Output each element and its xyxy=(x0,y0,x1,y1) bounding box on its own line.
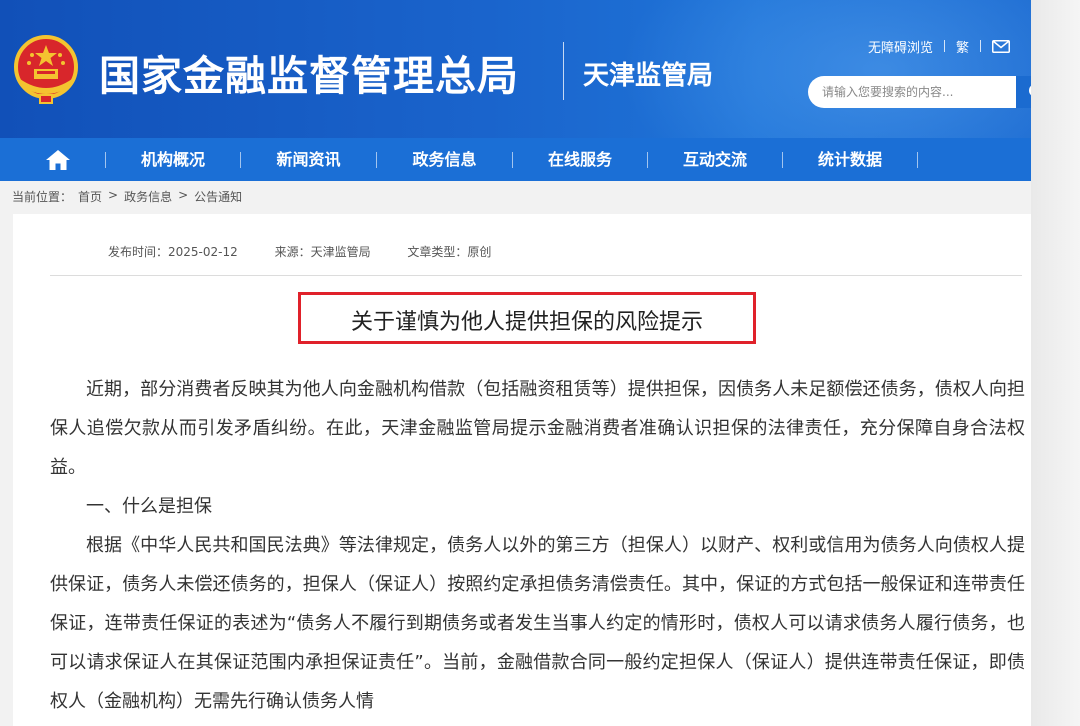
article-title: 关于谨慎为他人提供担保的风险提示 xyxy=(350,310,703,335)
header-divider xyxy=(563,42,564,100)
article-body: 近期，部分消费者反映其为他人向金融机构借款（包括融资租赁等）提供担保，因债务人未… xyxy=(50,370,1025,721)
nav-item-about[interactable]: 机构概况 xyxy=(106,138,240,181)
nav-item-news[interactable]: 新闻资讯 xyxy=(241,138,376,181)
search-box xyxy=(808,76,1058,108)
article-type: 文章类型：原创 xyxy=(407,245,492,259)
page-margin xyxy=(1031,0,1080,726)
nav-item-online-services[interactable]: 在线服务 xyxy=(513,138,647,181)
publish-time: 发布时间：2025-02-12 xyxy=(108,245,238,259)
header-tools: 无障碍浏览 繁 xyxy=(868,37,1011,56)
tools-divider xyxy=(980,40,982,52)
article-source: 来源：天津监管局 xyxy=(274,245,371,259)
site-header: 国家金融监督管理总局 天津监管局 无障碍浏览 繁 xyxy=(0,0,1080,138)
org-title[interactable]: 国家金融监督管理总局 xyxy=(99,42,519,102)
nav-item-government-info[interactable]: 政务信息 xyxy=(377,138,512,181)
accessibility-link[interactable]: 无障碍浏览 xyxy=(868,37,933,56)
branch-name[interactable]: 天津监管局 xyxy=(583,55,713,92)
traditional-chinese-link[interactable]: 繁 xyxy=(956,37,969,56)
nav-item-interaction[interactable]: 互动交流 xyxy=(648,138,782,181)
tools-divider xyxy=(944,40,946,52)
national-emblem-icon[interactable] xyxy=(12,31,80,105)
search-input[interactable] xyxy=(808,76,1016,108)
breadcrumb-government-info[interactable]: 政务信息 xyxy=(124,188,172,205)
breadcrumb-label: 当前位置： xyxy=(12,190,73,204)
article-paragraph: 根据《中华人民共和国民法典》等法律规定，债务人以外的第三方（担保人）以财产、权利… xyxy=(50,535,1025,712)
mail-icon[interactable] xyxy=(992,39,1011,53)
home-icon[interactable] xyxy=(45,149,71,171)
nav-item-statistics[interactable]: 统计数据 xyxy=(783,138,917,181)
breadcrumb-separator: > xyxy=(178,188,189,202)
breadcrumb-notices[interactable]: 公告通知 xyxy=(194,188,242,205)
page: 国家金融监督管理总局 天津监管局 无障碍浏览 繁 请输入您要搜索的内容... 机… xyxy=(0,0,1080,726)
nav-divider xyxy=(917,152,918,168)
article-paragraph: 近期，部分消费者反映其为他人向金融机构借款（包括融资租赁等）提供担保，因债务人未… xyxy=(50,379,1025,478)
article-meta: 发布时间：2025-02-12 来源：天津监管局 文章类型：原创 xyxy=(108,243,524,260)
meta-divider xyxy=(50,275,1022,276)
breadcrumb-separator: > xyxy=(108,188,119,202)
main-nav: 机构概况 新闻资讯 政务信息 在线服务 互动交流 统计数据 xyxy=(0,138,1080,181)
breadcrumb: 当前位置： 首页 > 政务信息 > 公告通知 xyxy=(12,188,248,205)
breadcrumb-home[interactable]: 首页 xyxy=(78,188,102,205)
section-heading: 一、什么是担保 xyxy=(86,496,212,517)
